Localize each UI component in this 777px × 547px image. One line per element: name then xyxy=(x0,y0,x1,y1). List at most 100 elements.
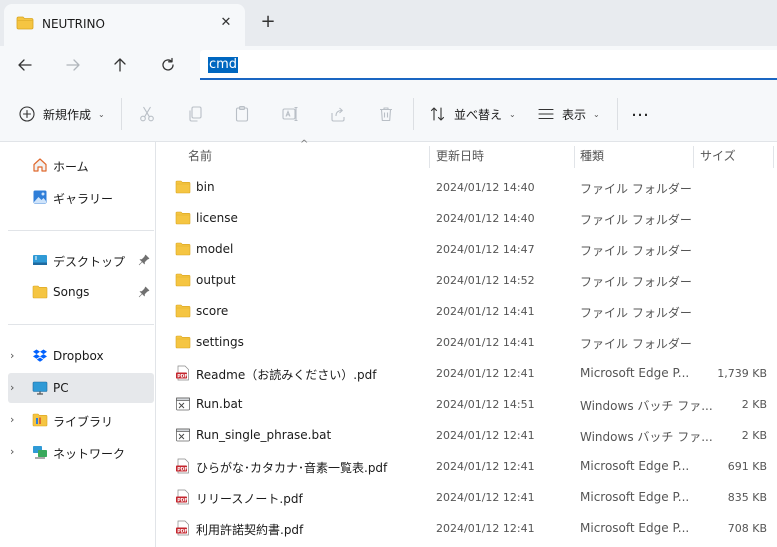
sidebar-item-label: ホーム xyxy=(53,160,89,174)
folder-icon xyxy=(175,334,191,350)
file-type: Windows バッチ ファ... xyxy=(580,399,713,413)
file-date-modified: 2024/01/12 12:41 xyxy=(436,491,535,504)
address-input[interactable]: cmd xyxy=(208,57,239,73)
new-tab-button[interactable]: + xyxy=(258,12,278,32)
pdf-icon: PDF xyxy=(175,489,191,505)
file-size: 2 KB xyxy=(741,398,767,411)
pdf-icon: PDF xyxy=(175,520,191,536)
forward-button[interactable] xyxy=(60,52,86,78)
column-header-type[interactable]: 種類 xyxy=(580,142,604,170)
file-name: Readme（お読みください）.pdf xyxy=(196,368,377,382)
sidebar-item-label: Songs xyxy=(53,285,90,299)
refresh-button[interactable] xyxy=(155,52,181,78)
file-row[interactable]: output 2024/01/12 14:52 ファイル フォルダー xyxy=(157,265,777,296)
file-type: ファイル フォルダー xyxy=(580,182,692,196)
folder-icon xyxy=(175,272,191,288)
file-row[interactable]: score 2024/01/12 14:41 ファイル フォルダー xyxy=(157,296,777,327)
expand-chevron-icon[interactable]: › xyxy=(10,445,22,459)
tab-neutrino[interactable]: NEUTRINO ✕ xyxy=(4,4,245,46)
file-size: 691 KB xyxy=(727,460,767,473)
file-size: 708 KB xyxy=(727,522,767,535)
sidebar-item-network[interactable]: › ネットワーク xyxy=(8,437,154,467)
expand-chevron-icon[interactable]: › xyxy=(10,349,22,363)
view-button[interactable]: 表示 ⌄ xyxy=(537,102,600,126)
cut-button[interactable] xyxy=(138,102,156,126)
new-button[interactable]: 新規作成 ⌄ xyxy=(18,102,105,126)
column-header-size[interactable]: サイズ xyxy=(700,142,736,170)
file-row[interactable]: PDF Readme（お読みください）.pdf 2024/01/12 12:41 Mi… xyxy=(157,358,777,389)
file-date-modified: 2024/01/12 14:41 xyxy=(436,305,535,318)
toolbar-divider xyxy=(617,98,618,130)
library-icon xyxy=(32,413,48,427)
sidebar-item-desktop[interactable]: デスクトップ xyxy=(8,245,154,275)
column-header-date[interactable]: 更新日時 xyxy=(436,142,484,170)
up-button[interactable] xyxy=(107,52,133,78)
column-divider[interactable] xyxy=(429,146,430,168)
file-type: ファイル フォルダー xyxy=(580,306,692,320)
file-name: 利用許諾契約書.pdf xyxy=(196,523,304,537)
expand-chevron-icon[interactable]: › xyxy=(10,413,22,427)
file-name: score xyxy=(196,304,229,318)
back-button[interactable] xyxy=(12,52,38,78)
file-row[interactable]: Run.bat 2024/01/12 14:51 Windows バッチ ファ...… xyxy=(157,389,777,420)
file-row[interactable]: PDF リリースノート.pdf 2024/01/12 12:41 Microsoft … xyxy=(157,482,777,513)
file-size: 835 KB xyxy=(727,491,767,504)
folder-icon xyxy=(175,241,191,257)
clipboard-icon xyxy=(235,105,249,122)
sidebar-divider xyxy=(8,324,154,325)
svg-text:PDF: PDF xyxy=(177,497,187,503)
file-row[interactable]: settings 2024/01/12 14:41 ファイル フォルダー xyxy=(157,327,777,358)
command-bar: 新規作成 ⌄ 並べ替え ⌄ 表示 ⌄ … xyxy=(0,84,777,142)
gallery-icon xyxy=(33,190,47,204)
sidebar-item-gallery[interactable]: ギャラリー xyxy=(8,182,154,212)
file-date-modified: 2024/01/12 14:47 xyxy=(436,243,535,256)
sidebar-item-library[interactable]: › ライブラリ xyxy=(8,405,154,435)
file-row[interactable]: license 2024/01/12 14:40 ファイル フォルダー xyxy=(157,203,777,234)
sidebar-item-label: ギャラリー xyxy=(53,192,114,206)
sidebar-item-label: Dropbox xyxy=(53,349,104,363)
file-type: Microsoft Edge P... xyxy=(580,459,690,473)
column-header-name[interactable]: 名前 xyxy=(188,142,212,170)
file-row[interactable]: PDF 利用許諾契約書.pdf 2024/01/12 12:41 Microsoft … xyxy=(157,513,777,544)
file-name: license xyxy=(196,211,238,225)
file-date-modified: 2024/01/12 12:41 xyxy=(436,429,535,442)
pin-icon[interactable] xyxy=(138,254,150,266)
file-type: Microsoft Edge P... xyxy=(580,521,690,535)
close-tab-icon[interactable]: ✕ xyxy=(217,14,235,32)
column-divider[interactable] xyxy=(574,146,575,168)
sidebar-item-dropbox[interactable]: › Dropbox xyxy=(8,341,154,371)
chevron-down-icon: ⌄ xyxy=(593,109,600,119)
file-row[interactable]: model 2024/01/12 14:47 ファイル フォルダー xyxy=(157,234,777,265)
sidebar-item-pc[interactable]: › PC xyxy=(8,373,154,403)
arrow-left-icon xyxy=(18,59,32,71)
file-name: Run.bat xyxy=(196,397,243,411)
folder-icon xyxy=(175,179,191,195)
sidebar-item-home[interactable]: ホーム xyxy=(8,150,154,180)
pin-icon[interactable] xyxy=(138,286,150,298)
rename-button[interactable] xyxy=(281,102,299,126)
delete-button[interactable] xyxy=(377,102,395,126)
svg-text:PDF: PDF xyxy=(177,466,187,472)
sort-button[interactable]: 並べ替え ⌄ xyxy=(429,102,516,126)
paste-button[interactable] xyxy=(233,102,251,126)
copy-button[interactable] xyxy=(186,102,204,126)
share-icon xyxy=(331,107,345,122)
sidebar-item-label: ライブラリ xyxy=(53,415,114,429)
column-divider[interactable] xyxy=(693,146,694,168)
desktop-icon xyxy=(33,255,47,265)
share-button[interactable] xyxy=(329,102,347,126)
expand-chevron-icon[interactable]: › xyxy=(10,381,22,395)
tab-strip: NEUTRINO ✕ + xyxy=(0,0,777,46)
file-row[interactable]: PDF ひらがな･カタカナ･音素一覧表.pdf 2024/01/12 12:41 Mi… xyxy=(157,451,777,482)
more-options-button[interactable]: … xyxy=(631,98,649,122)
folder-icon xyxy=(175,303,191,319)
sidebar-item-songs[interactable]: Songs xyxy=(8,277,154,307)
column-divider[interactable] xyxy=(773,146,774,168)
sidebar-item-label: PC xyxy=(53,381,69,395)
file-row[interactable]: Run_single_phrase.bat 2024/01/12 12:41 Win… xyxy=(157,420,777,451)
address-bar[interactable]: cmd xyxy=(200,50,777,80)
plus-circle-icon xyxy=(19,106,35,122)
file-list: ^ 名前 更新日時 種類 サイズ bin 2024/01/12 14:40 ファイル… xyxy=(157,139,777,547)
file-row[interactable]: bin 2024/01/12 14:40 ファイル フォルダー xyxy=(157,172,777,203)
folder-icon xyxy=(32,285,48,299)
